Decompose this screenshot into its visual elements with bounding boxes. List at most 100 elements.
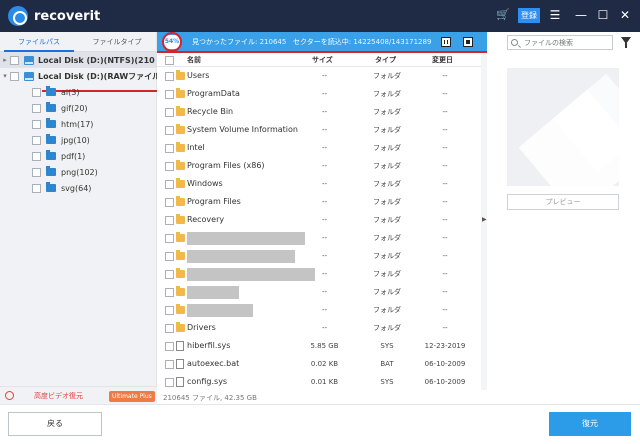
table-row[interactable]: hiberfil.sys 5.85 GB SYS 12-23-2019 xyxy=(157,337,481,355)
preview-button[interactable]: プレビュー xyxy=(507,194,619,210)
tree-folder-gif[interactable]: gif(20) xyxy=(32,100,88,116)
register-button[interactable]: 登録 xyxy=(518,8,540,23)
row-checkbox[interactable] xyxy=(165,360,174,369)
collapse-arrow-icon[interactable]: ▾ xyxy=(0,72,10,80)
folder-checkbox[interactable] xyxy=(32,183,41,193)
row-checkbox[interactable] xyxy=(165,234,174,243)
row-checkbox[interactable] xyxy=(165,306,174,315)
table-row[interactable]: System Volume Information -- フォルダ -- xyxy=(157,121,481,139)
folder-label: png(102) xyxy=(61,167,98,177)
table-row[interactable]: Users -- フォルダ -- xyxy=(157,67,481,85)
drive-checkbox[interactable] xyxy=(10,71,19,81)
row-checkbox[interactable] xyxy=(165,288,174,297)
row-checkbox[interactable] xyxy=(165,126,174,135)
row-checkbox[interactable] xyxy=(165,198,174,207)
minimize-icon[interactable]: — xyxy=(574,7,588,23)
table-row[interactable]: -- フォルダ -- xyxy=(157,301,481,319)
stop-button[interactable] xyxy=(463,37,473,47)
row-checkbox[interactable] xyxy=(165,216,174,225)
folder-label: htm(17) xyxy=(61,119,94,129)
advanced-video-label[interactable]: 高度ビデオ復元 xyxy=(34,387,83,405)
file-date: -- xyxy=(442,126,448,134)
row-checkbox[interactable] xyxy=(165,270,174,279)
table-row[interactable]: Program Files (x86) -- フォルダ -- xyxy=(157,157,481,175)
tree-folder-htm[interactable]: htm(17) xyxy=(32,116,93,132)
folder-checkbox[interactable] xyxy=(32,135,41,145)
collapse-preview-icon[interactable]: ▶ xyxy=(482,216,487,223)
tree-folder-png[interactable]: png(102) xyxy=(32,164,98,180)
table-row[interactable]: -- フォルダ -- xyxy=(157,265,481,283)
row-checkbox[interactable] xyxy=(165,252,174,261)
file-name: Users xyxy=(187,71,210,80)
file-type: フォルダ xyxy=(373,162,401,170)
table-row[interactable]: Recycle Bin -- フォルダ -- xyxy=(157,103,481,121)
row-checkbox[interactable] xyxy=(165,108,174,117)
drive-checkbox[interactable] xyxy=(10,55,19,65)
sector-label: セクターを読込中: xyxy=(293,38,352,46)
folder-checkbox[interactable] xyxy=(32,151,41,161)
row-checkbox[interactable] xyxy=(165,324,174,333)
folder-checkbox[interactable] xyxy=(32,87,41,97)
filter-icon[interactable] xyxy=(621,37,631,48)
select-all-checkbox[interactable] xyxy=(165,56,174,65)
tree-drive-ntfs[interactable]: ▸ Local Disk (D:)(NTFS)(210 xyxy=(0,52,157,68)
file-search-box[interactable] xyxy=(507,35,613,50)
tree-folder-ai[interactable]: ai(3) xyxy=(32,84,79,100)
app-logo: recoverit xyxy=(8,6,100,26)
table-row[interactable]: -- フォルダ -- xyxy=(157,283,481,301)
folder-icon xyxy=(176,268,185,278)
file-size: -- xyxy=(321,216,328,224)
table-row[interactable]: -- フォルダ -- xyxy=(157,229,481,247)
table-row[interactable]: ProgramData -- フォルダ -- xyxy=(157,85,481,103)
column-size[interactable]: サイズ xyxy=(312,53,333,67)
recover-button[interactable]: 復元 xyxy=(549,412,631,436)
table-row[interactable]: Program Files -- フォルダ -- xyxy=(157,193,481,211)
table-row[interactable]: Windows -- フォルダ -- xyxy=(157,175,481,193)
table-row[interactable]: config.sys 0.01 KB SYS 06-10-2009 xyxy=(157,373,481,391)
table-row[interactable]: autoexec.bat 0.02 KB BAT 06-10-2009 xyxy=(157,355,481,373)
tree-drive-raw[interactable]: ▾ Local Disk (D:)(RAWファイル xyxy=(0,68,160,84)
table-row[interactable]: Recovery -- フォルダ -- xyxy=(157,211,481,229)
file-icon xyxy=(176,341,184,351)
column-name[interactable]: 名前 xyxy=(187,53,201,67)
column-type[interactable]: タイプ xyxy=(375,53,396,67)
row-checkbox[interactable] xyxy=(165,342,174,351)
menu-icon[interactable]: ☰ xyxy=(548,7,562,23)
folder-checkbox[interactable] xyxy=(32,167,41,177)
tab-file-type[interactable]: ファイルタイプ xyxy=(78,32,156,51)
cart-icon[interactable]: 🛒 xyxy=(496,9,510,21)
folder-icon xyxy=(176,286,185,296)
table-row[interactable]: -- フォルダ -- xyxy=(157,247,481,265)
folder-checkbox[interactable] xyxy=(32,103,41,113)
folder-checkbox[interactable] xyxy=(32,119,41,129)
row-checkbox[interactable] xyxy=(165,378,174,387)
maximize-icon[interactable]: ☐ xyxy=(596,7,610,23)
file-type: フォルダ xyxy=(373,144,401,152)
folder-icon xyxy=(176,70,185,80)
folder-icon xyxy=(176,196,185,206)
file-size: -- xyxy=(321,324,328,332)
row-checkbox[interactable] xyxy=(165,180,174,189)
row-checkbox[interactable] xyxy=(165,162,174,171)
row-checkbox[interactable] xyxy=(165,72,174,81)
expand-arrow-icon[interactable]: ▸ xyxy=(0,56,10,64)
close-icon[interactable]: ✕ xyxy=(618,7,632,23)
tree-folder-svg[interactable]: svg(64) xyxy=(32,180,91,196)
search-input[interactable] xyxy=(524,36,610,49)
back-button[interactable]: 戻る xyxy=(8,412,102,436)
file-name: Drivers xyxy=(187,323,216,332)
tab-file-path[interactable]: ファイルパス xyxy=(0,32,78,52)
file-table: 名前 サイズ タイプ 変更日 Users -- フォルダ -- ProgramData -… xyxy=(157,53,481,390)
column-date[interactable]: 変更日 xyxy=(432,53,453,67)
tree-folder-jpg[interactable]: jpg(10) xyxy=(32,132,90,148)
advanced-video-bar[interactable]: 高度ビデオ復元 Ultimate Plus xyxy=(0,386,157,404)
drive-label: Local Disk (D:)(RAWファイル xyxy=(38,71,161,81)
tree-folder-pdf[interactable]: pdf(1) xyxy=(32,148,85,164)
table-row[interactable]: Intel -- フォルダ -- xyxy=(157,139,481,157)
pause-button[interactable] xyxy=(441,37,451,47)
row-checkbox[interactable] xyxy=(165,144,174,153)
row-checkbox[interactable] xyxy=(165,90,174,99)
file-type: SYS xyxy=(380,378,394,386)
table-row[interactable]: Drivers -- フォルダ -- xyxy=(157,319,481,337)
drive-label: Local Disk (D:)(NTFS)(210 xyxy=(38,55,155,65)
